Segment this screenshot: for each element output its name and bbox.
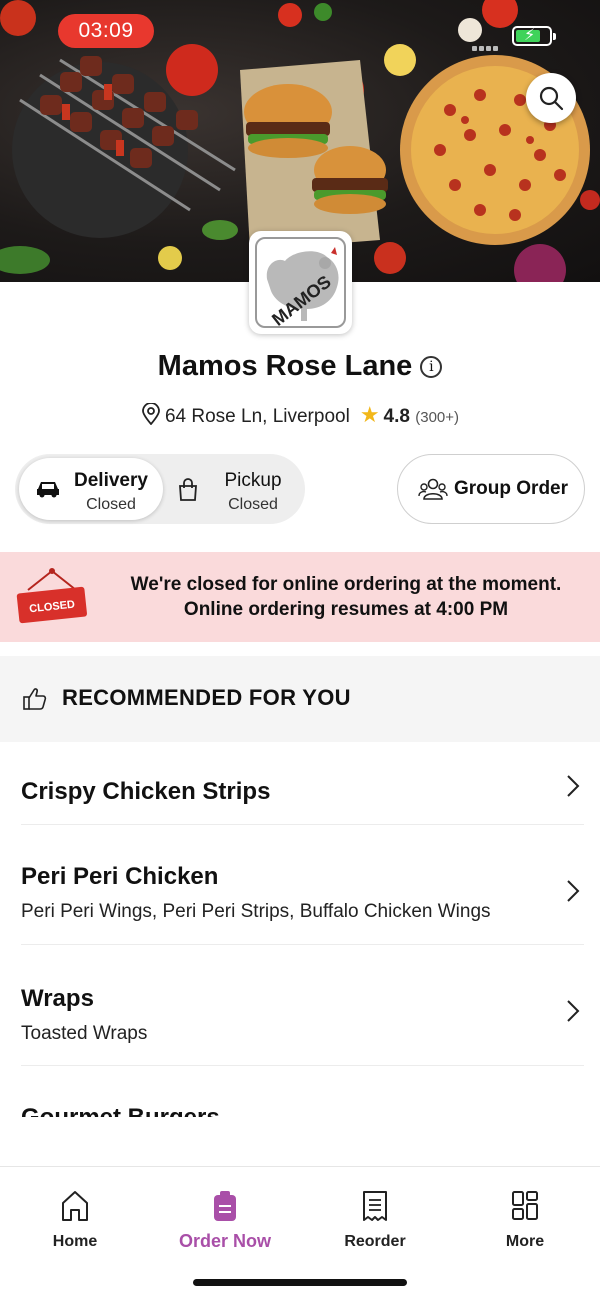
- pickup-status: Closed: [228, 496, 278, 513]
- nav-label: Order Now: [178, 1231, 271, 1251]
- closed-message-line1: We're closed for online ordering at the …: [130, 574, 562, 595]
- pickup-option[interactable]: Pickup Closed: [161, 458, 305, 520]
- store-address-row: 64 Rose Ln, Liverpool ★ 4.8 (300+): [0, 402, 600, 428]
- category-name: Peri Peri Chicken: [21, 863, 219, 890]
- list-fade: [0, 1117, 600, 1167]
- delivery-label: Delivery: [74, 470, 148, 491]
- recommended-section-header: RECOMMENDED FOR YOU: [0, 656, 600, 742]
- nav-more[interactable]: More: [465, 1187, 585, 1251]
- status-time: 03:09: [58, 14, 154, 48]
- store-rating: 4.8: [383, 406, 410, 427]
- group-order-label: Group Order: [454, 478, 569, 499]
- chevron-right-icon: [567, 880, 580, 902]
- nav-home[interactable]: Home: [15, 1187, 135, 1251]
- chevron-right-icon: [567, 1000, 580, 1022]
- delivery-status: Closed: [86, 496, 136, 513]
- rating-count: (300+): [415, 409, 460, 426]
- nav-label: More: [505, 1233, 545, 1250]
- group-order-button[interactable]: Group Order: [397, 454, 585, 524]
- category-name: Crispy Chicken Strips: [21, 778, 271, 805]
- location-pin-icon: [142, 403, 160, 425]
- signal-icon: [472, 38, 504, 51]
- nav-label: Home: [52, 1233, 98, 1250]
- section-spacer: [0, 642, 600, 656]
- nav-reorder[interactable]: Reorder: [315, 1187, 435, 1251]
- category-item[interactable]: Crispy Chicken Strips: [21, 742, 584, 825]
- battery-icon: ⚡: [512, 26, 556, 46]
- home-icon: [62, 1191, 88, 1221]
- star-icon: ★: [359, 402, 380, 427]
- receipt-icon: [363, 1191, 387, 1221]
- store-logo: MAMOS: [249, 231, 352, 334]
- delivery-option[interactable]: Delivery Closed: [19, 458, 163, 520]
- pickup-label: Pickup: [224, 470, 282, 491]
- nav-label: Reorder: [344, 1233, 406, 1250]
- store-address: 64 Rose Ln, Liverpool: [164, 406, 350, 427]
- closed-banner: CLOSED We're closed for online ordering …: [0, 552, 600, 642]
- recommended-title: RECOMMENDED FOR YOU: [62, 685, 351, 710]
- store-name: Mamos Rose Lane: [157, 350, 413, 382]
- closed-message-line2: Online ordering resumes at 4:00 PM: [183, 599, 509, 620]
- chicken-logo-icon: MAMOS: [266, 247, 339, 326]
- closed-message: We're closed for online ordering at the …: [108, 572, 584, 622]
- home-indicator: [193, 1279, 407, 1286]
- shopping-bag-icon: [179, 478, 197, 501]
- store-title-row: Mamos Rose Lane i: [0, 350, 600, 383]
- category-name: Wraps: [21, 985, 94, 1012]
- thumbs-up-icon: [23, 688, 47, 710]
- chevron-right-icon: [567, 775, 580, 797]
- category-item[interactable]: Peri Peri Chicken Peri Peri Wings, Peri …: [21, 825, 584, 945]
- category-description: Peri Peri Wings, Peri Peri Strips, Buffa…: [21, 901, 491, 922]
- order-icon: [214, 1191, 236, 1221]
- search-icon: [539, 86, 564, 111]
- order-mode-toggle: Delivery Closed Pickup Closed: [15, 454, 305, 524]
- grid-icon: [512, 1191, 538, 1220]
- category-item[interactable]: Wraps Toasted Wraps: [21, 945, 584, 1066]
- car-icon: [37, 482, 59, 498]
- info-icon[interactable]: i: [420, 356, 443, 378]
- closed-sign-icon: CLOSED: [16, 568, 87, 624]
- group-people-icon: [418, 478, 448, 500]
- nav-order-now[interactable]: Order Now: [165, 1187, 285, 1252]
- category-description: Toasted Wraps: [21, 1023, 148, 1044]
- search-button[interactable]: [526, 73, 576, 123]
